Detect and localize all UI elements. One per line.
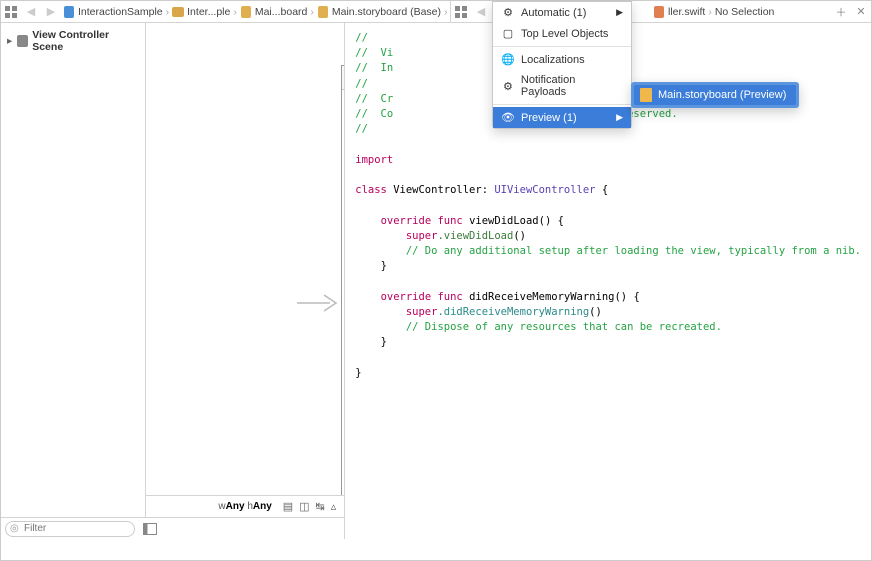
align-button-icon[interactable]: ◫ [299,500,309,513]
breadcrumb-right: ller.swift › No Selection [651,6,831,18]
search-icon: ◎ [10,523,19,534]
initial-vc-arrow-icon [296,291,338,315]
tree-scene-item[interactable]: ▸ View Controller Scene [1,27,145,55]
dd-notification[interactable]: ⚙ Notification Payloads [493,70,631,102]
submenu-arrow-icon: ▶ [616,112,623,123]
left-pane: ▸ View Controller Scene View Controlle [1,23,345,539]
dd-top-level-label: Top Level Objects [521,28,608,40]
canvas-uilabel[interactable]: Label [342,296,344,313]
dd-separator [493,104,631,105]
disclosure-arrow-icon[interactable]: ▸ [7,35,17,47]
left-jump-bar: ◀ ▶ InteractionSample › Inter...ple › Ma… [1,1,451,22]
canvas-area: View Controlle Label wAny hAny ▤ ◫ ↹ ▵ [146,23,344,517]
eye-icon: 👁 [501,111,515,124]
dd-automatic-label: Automatic (1) [521,7,586,19]
preview-submenu: Main.storyboard (Preview) [631,82,799,108]
outline-toggle-icon[interactable] [143,523,157,535]
globe-icon: 🌐 [501,53,515,66]
ib-canvas[interactable]: View Controlle Label [146,23,344,495]
stack-button-icon[interactable]: ▤ [283,500,293,513]
add-assistant-button[interactable]: ＋ [831,2,851,22]
outline-tree: ▸ View Controller Scene [1,23,145,517]
storyboard-file-icon [640,88,652,102]
dd-automatic[interactable]: ⚙ Automatic (1) ▶ [493,2,631,23]
dd-localizations-label: Localizations [521,54,585,66]
breadcrumb-left: InteractionSample › Inter...ple › Mai...… [61,6,450,18]
submenu-storyboard-preview[interactable]: Main.storyboard (Preview) [634,85,796,105]
close-assistant-button[interactable]: ✕ [851,2,871,22]
dd-preview[interactable]: 👁 Preview (1) ▶ [493,107,631,128]
forward-button[interactable]: ▶ [41,2,61,22]
filter-wrap: ◎ [5,521,135,537]
pin-button-icon[interactable]: ↹ [316,500,325,513]
dd-notification-label: Notification Payloads [521,74,623,98]
cube-icon: ▢ [501,27,515,40]
size-class-bar: wAny hAny ▤ ◫ ↹ ▵ [146,495,344,517]
assistant-back-button[interactable]: ◀ [471,2,491,22]
crumb-swift-file[interactable]: ller.swift [651,6,707,18]
document-outline: ▸ View Controller Scene [1,23,146,517]
dd-preview-label: Preview (1) [521,112,577,124]
crumb-noselection-r[interactable]: No Selection [713,6,777,18]
submenu-label: Main.storyboard (Preview) [658,89,786,101]
size-class-control[interactable]: wAny hAny [218,501,271,512]
top-bar: ◀ ▶ InteractionSample › Inter...ple › Ma… [1,1,871,23]
crumb-project[interactable]: InteractionSample [61,6,165,18]
vc-title-bar[interactable]: View Controlle [342,66,344,90]
crumb-noselection[interactable]: No Selection [449,6,450,18]
link-icon: ⚙ [501,6,515,19]
right-jump-bar: ◀ ▶ ller.swift › No Selection ＋ ✕ ⚙ Auto… [451,1,871,22]
tree-scene-label: View Controller Scene [32,29,139,53]
dd-localizations[interactable]: 🌐 Localizations [493,49,631,70]
view-controller-frame[interactable]: View Controlle Label [341,65,344,495]
crumb-storyboard-base[interactable]: Main.storyboard (Base) [315,6,443,18]
bell-icon: ⚙ [501,80,515,93]
resolve-button-icon[interactable]: ▵ [331,500,337,513]
assistant-mode-dropdown: ⚙ Automatic (1) ▶ ▢ Top Level Objects 🌐 … [492,1,632,129]
outline-bottom-bar: ◎ [1,517,344,539]
submenu-arrow-icon: ▶ [616,7,623,18]
scene-icon [17,35,29,47]
crumb-storyboard[interactable]: Mai...board [238,6,310,18]
dd-separator [493,46,631,47]
layout-buttons: ▤ ◫ ↹ ▵ [283,500,337,513]
filter-input[interactable] [5,521,135,537]
dd-top-level[interactable]: ▢ Top Level Objects [493,23,631,44]
crumb-folder[interactable]: Inter...ple [170,6,232,18]
related-items-icon[interactable] [1,2,21,22]
assistant-related-icon[interactable] [451,2,471,22]
back-button[interactable]: ◀ [21,2,41,22]
